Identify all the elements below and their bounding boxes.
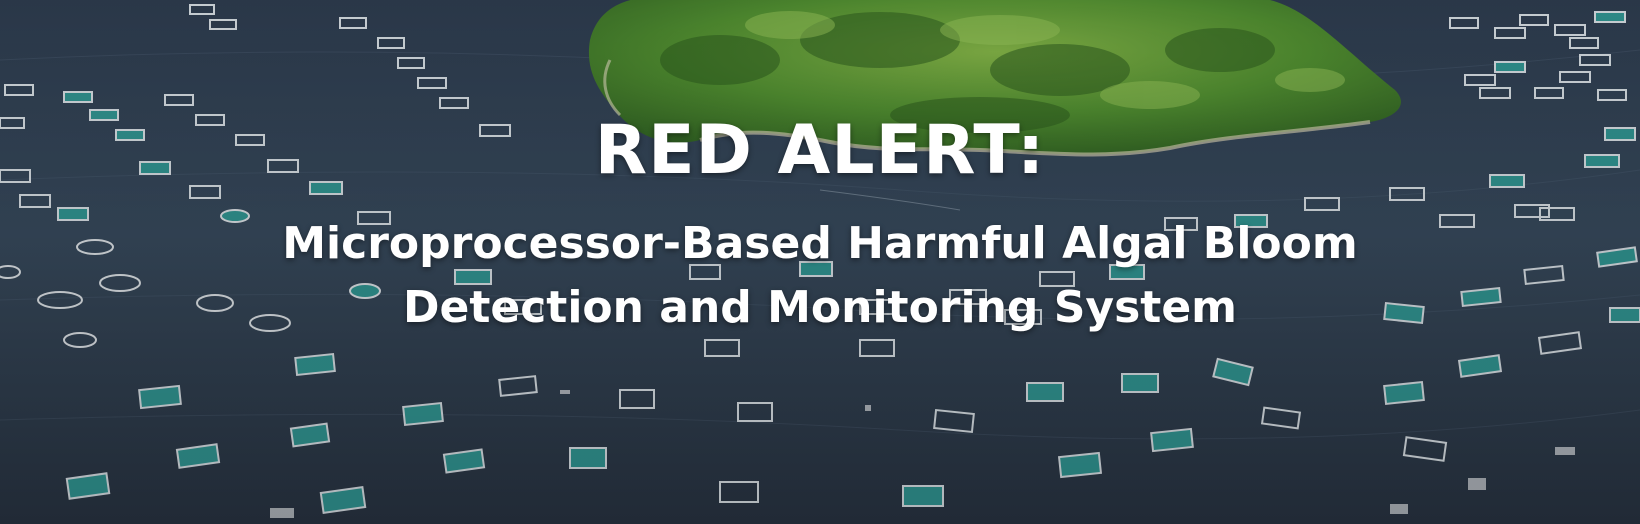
hero-banner: RED ALERT: Microprocessor-Based Harmful … (0, 0, 1640, 524)
subtitle-line-1: Microprocessor-Based Harmful Algal Bloom (282, 218, 1358, 269)
subtitle-line-2: Detection and Monitoring System (402, 282, 1238, 333)
banner-headline: RED ALERT: Microprocessor-Based Harmful … (0, 110, 1640, 340)
alert-title: RED ALERT: (594, 111, 1046, 190)
